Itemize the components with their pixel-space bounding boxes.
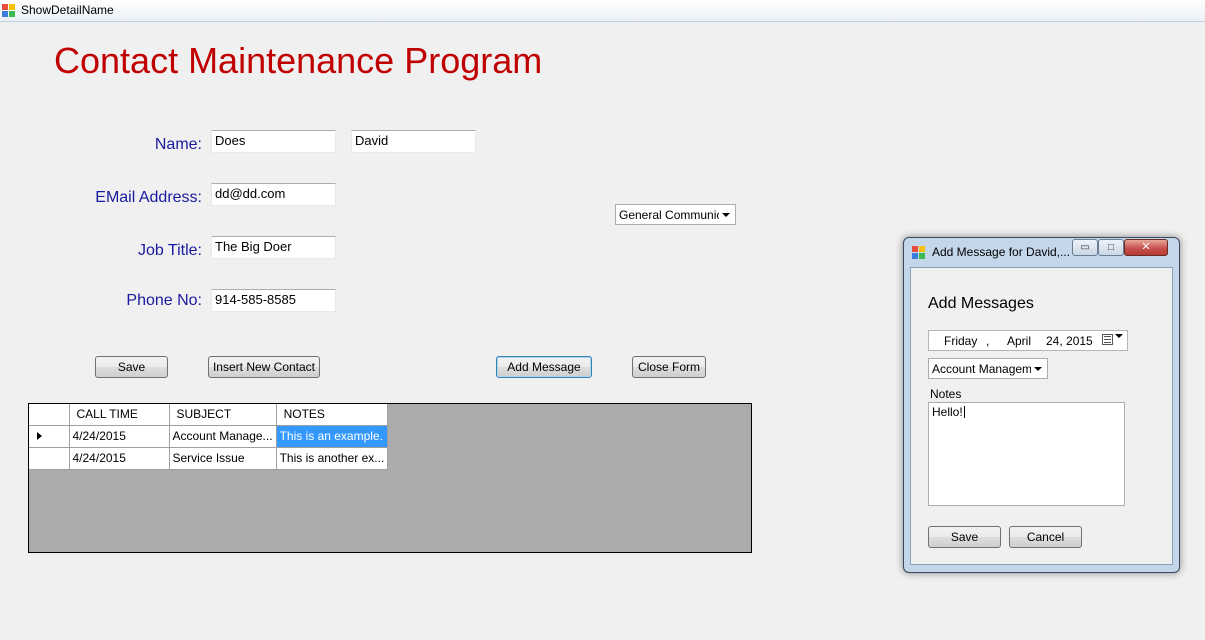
chevron-down-icon[interactable]	[1115, 334, 1123, 338]
chevron-down-icon	[719, 205, 733, 224]
close-icon: ✕	[1141, 241, 1151, 253]
maximize-button[interactable]: □	[1098, 239, 1124, 256]
page-title: Contact Maintenance Program	[54, 40, 543, 81]
phone-label: Phone No:	[126, 292, 202, 309]
cell-notes-selected[interactable]: This is an example.	[276, 425, 389, 448]
cell-subject[interactable]: Account Manage...	[169, 425, 277, 448]
date-day-year[interactable]: 24, 2015	[1046, 334, 1093, 348]
message-date-picker[interactable]: Friday , April 24, 2015	[928, 330, 1128, 351]
first-name-field[interactable]: David	[351, 130, 476, 153]
notes-label: Notes	[930, 387, 962, 401]
save-button[interactable]: Save	[95, 356, 168, 378]
grid-header-row: CALL TIME SUBJECT NOTES	[29, 404, 389, 426]
job-title-field[interactable]: The Big Doer	[211, 236, 336, 259]
minimize-button[interactable]: ▭	[1072, 239, 1098, 256]
chevron-down-icon	[1031, 359, 1045, 378]
close-button[interactable]: ✕	[1124, 239, 1168, 256]
cell-call-time[interactable]: 4/24/2015	[69, 447, 170, 470]
category-select[interactable]: General Communicat	[615, 204, 736, 225]
minimize-icon: ▭	[1080, 242, 1090, 253]
row-pointer-icon	[37, 432, 42, 440]
subject-select[interactable]: Account Managemer	[928, 358, 1048, 379]
dialog-heading: Add Messages	[928, 295, 1034, 312]
row-header[interactable]	[29, 447, 70, 470]
cell-call-time[interactable]: 4/24/2015	[69, 425, 170, 448]
dialog-cancel-button[interactable]: Cancel	[1009, 526, 1082, 548]
calendar-icon[interactable]	[1102, 334, 1113, 345]
messages-grid[interactable]: CALL TIME SUBJECT NOTES 4/24/2015 Accoun…	[28, 403, 752, 553]
messages-table: CALL TIME SUBJECT NOTES 4/24/2015 Accoun…	[29, 404, 389, 470]
date-separator: ,	[986, 334, 990, 348]
insert-new-contact-button[interactable]: Insert New Contact	[208, 356, 320, 378]
email-label: EMail Address:	[95, 189, 202, 206]
add-message-button[interactable]: Add Message	[496, 356, 592, 378]
cell-subject[interactable]: Service Issue	[169, 447, 277, 470]
dialog-app-icon	[912, 246, 926, 260]
name-label: Name:	[154, 136, 202, 153]
email-field[interactable]: dd@dd.com	[211, 183, 336, 206]
table-row[interactable]: 4/24/2015 Service Issue This is another …	[29, 447, 389, 470]
date-month[interactable]: April	[1007, 334, 1031, 348]
job-title-label: Job Title:	[137, 242, 202, 259]
column-header-notes[interactable]: NOTES	[276, 404, 389, 426]
window-titlebar: ShowDetailName	[0, 0, 1205, 22]
last-name-field[interactable]: Does	[211, 130, 336, 153]
table-row[interactable]: 4/24/2015 Account Manage... This is an e…	[29, 425, 389, 448]
add-message-dialog: Add Message for David,... ▭ □ ✕ Add Mess…	[903, 237, 1180, 573]
close-form-button[interactable]: Close Form	[632, 356, 706, 378]
row-header-current[interactable]	[29, 425, 70, 448]
app-icon	[2, 4, 16, 18]
dialog-save-button[interactable]: Save	[928, 526, 1001, 548]
maximize-icon: □	[1107, 242, 1115, 253]
dialog-title: Add Message for David,...	[932, 245, 1071, 259]
column-header-subject[interactable]: SUBJECT	[169, 404, 277, 426]
cell-notes[interactable]: This is another ex...	[276, 447, 389, 470]
phone-field[interactable]: 914-585-8585	[211, 289, 336, 312]
notes-textarea[interactable]: Hello!	[928, 402, 1125, 506]
category-select-value: General Communicat	[619, 208, 733, 222]
text-cursor	[963, 406, 965, 418]
column-header-call-time[interactable]: CALL TIME	[69, 404, 170, 426]
notes-text: Hello!	[932, 405, 963, 419]
subject-select-value: Account Managemer	[932, 362, 1043, 376]
window-title: ShowDetailName	[21, 3, 114, 17]
date-weekday[interactable]: Friday	[944, 334, 977, 348]
grid-corner-cell[interactable]	[29, 404, 70, 426]
dialog-client-area: Add Messages Friday , April 24, 2015 Acc…	[910, 267, 1173, 565]
